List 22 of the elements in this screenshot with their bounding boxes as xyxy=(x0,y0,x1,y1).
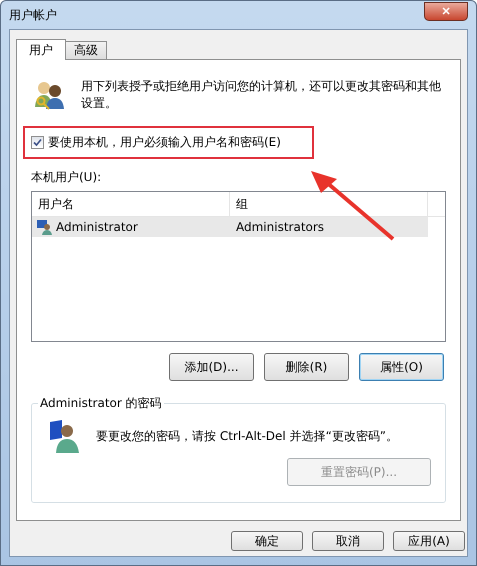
intro-text: 用下列表授予或拒绝用户访问您的计算机，还可以更改其密码和其他设置。 xyxy=(81,78,442,112)
login-checkbox[interactable]: 要使用本机，用户必须输入用户名和密码(E) xyxy=(31,134,306,151)
dialog-button[interactable]: 应用(A) xyxy=(393,531,465,551)
group-title: Administrator 的密码 xyxy=(39,395,163,412)
column-header[interactable]: 用户名 xyxy=(32,192,230,216)
dialog-button[interactable]: 添加(D)... xyxy=(169,353,254,381)
user-computer-icon xyxy=(36,219,53,235)
checkbox[interactable] xyxy=(31,136,44,149)
dialog-button[interactable]: 确定 xyxy=(231,531,303,551)
table-cell: Administrators xyxy=(236,220,324,234)
tab[interactable]: 高级 xyxy=(65,41,107,59)
users-label: 本机用户(U): xyxy=(31,169,102,186)
password-hint: 要更改您的密码，请按 Ctrl-Alt-Del 并选择“更改密码”。 xyxy=(96,428,398,445)
window-title: 用户帐户 xyxy=(9,6,57,24)
dialog-button[interactable]: 属性(O) xyxy=(359,353,444,381)
dialog-button[interactable]: 删除(R) xyxy=(264,353,349,381)
tab[interactable]: 用户 xyxy=(16,39,66,60)
users-key-icon xyxy=(33,80,65,110)
table-cell: Administrator xyxy=(56,220,138,234)
user-list[interactable]: 用户名 组 Administrator Administrators xyxy=(31,191,446,342)
dialog-button[interactable]: 取消 xyxy=(312,531,384,551)
user-row[interactable]: Administrator Administrators xyxy=(32,217,428,237)
